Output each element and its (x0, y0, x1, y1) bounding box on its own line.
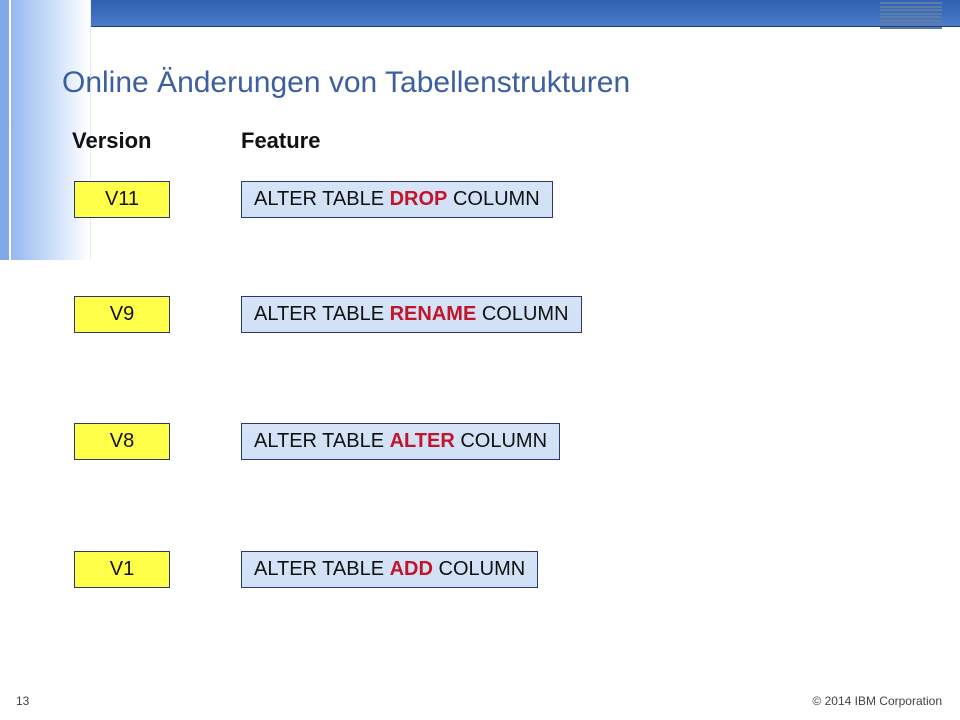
feature-text: ALTER TABLE (254, 558, 390, 580)
feature-text: COLUMN (476, 303, 568, 325)
feature-keyword: ALTER (390, 430, 455, 452)
slide: Online Änderungen von Tabellenstrukturen… (0, 0, 960, 720)
feature-text: ALTER TABLE (254, 188, 390, 210)
copyright-text: © 2014 IBM Corporation (812, 694, 942, 708)
version-box-v1: V1 (74, 551, 170, 588)
feature-keyword: RENAME (390, 303, 477, 325)
feature-box-alter-column: ALTER TABLE ALTER COLUMN (241, 423, 560, 460)
column-header-feature: Feature (241, 128, 320, 154)
feature-text: COLUMN (447, 188, 539, 210)
page-title: Online Änderungen von Tabellenstrukturen (62, 66, 630, 100)
ibm-logo-icon (880, 2, 942, 29)
version-box-v9: V9 (74, 296, 170, 333)
feature-keyword: DROP (390, 188, 448, 210)
page-number: 13 (16, 694, 29, 708)
feature-text: ALTER TABLE (254, 303, 390, 325)
top-bar (0, 0, 960, 27)
feature-box-drop-column: ALTER TABLE DROP COLUMN (241, 181, 553, 218)
feature-text: COLUMN (455, 430, 547, 452)
feature-keyword: ADD (390, 558, 433, 580)
feature-box-add-column: ALTER TABLE ADD COLUMN (241, 551, 538, 588)
feature-text: ALTER TABLE (254, 430, 390, 452)
version-box-v8: V8 (74, 423, 170, 460)
feature-text: COLUMN (433, 558, 525, 580)
feature-box-rename-column: ALTER TABLE RENAME COLUMN (241, 296, 582, 333)
version-box-v11: V11 (74, 181, 170, 218)
column-header-version: Version (72, 128, 151, 154)
